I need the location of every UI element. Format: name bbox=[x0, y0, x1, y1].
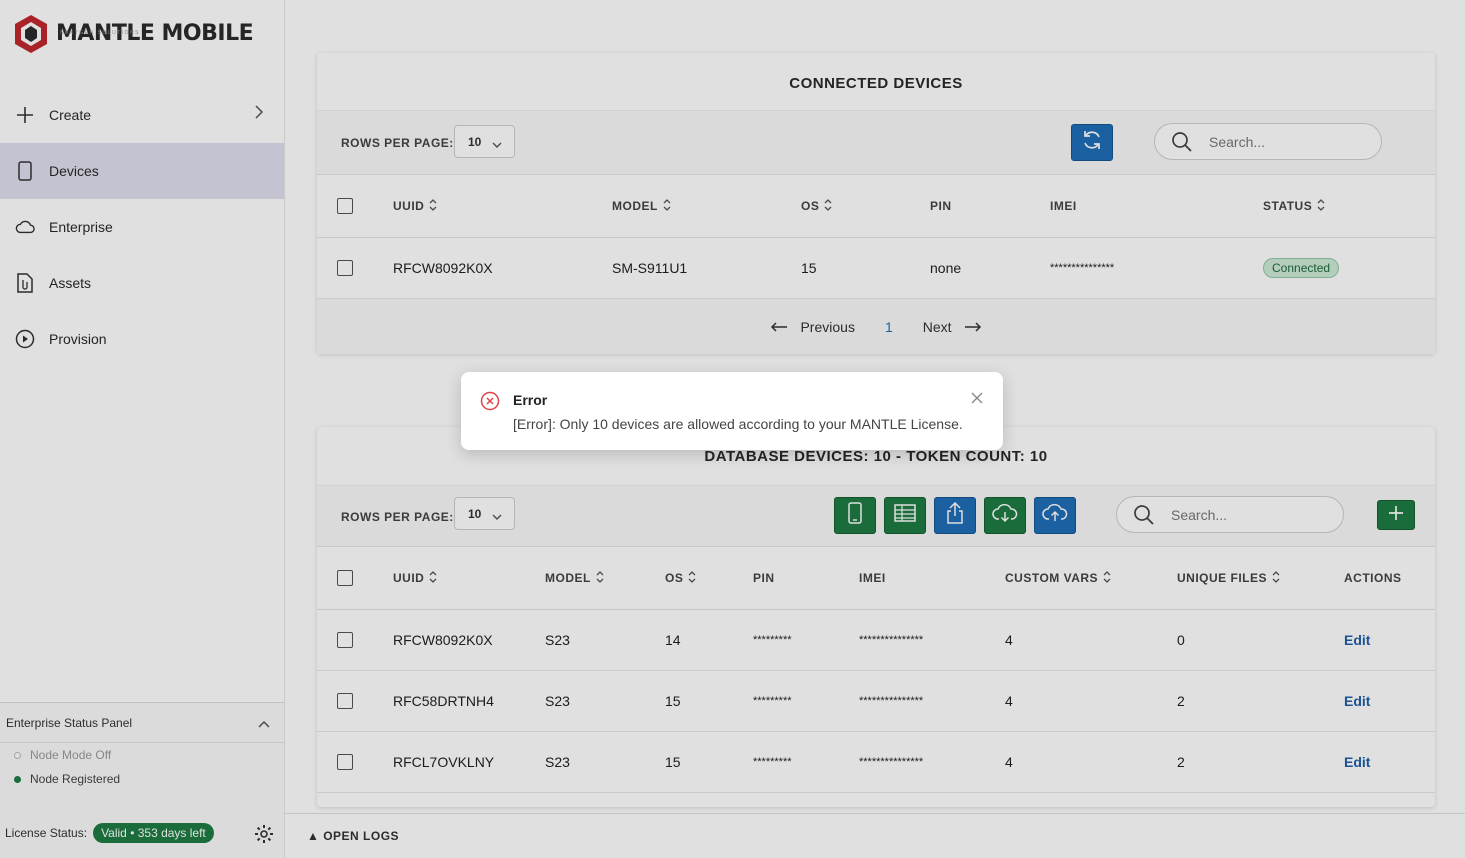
toast-title: Error bbox=[513, 392, 548, 408]
close-icon[interactable] bbox=[971, 391, 983, 409]
error-toast: Error [Error]: Only 10 devices are allow… bbox=[461, 372, 1003, 450]
toast-message: [Error]: Only 10 devices are allowed acc… bbox=[513, 416, 963, 432]
error-icon bbox=[480, 391, 500, 416]
